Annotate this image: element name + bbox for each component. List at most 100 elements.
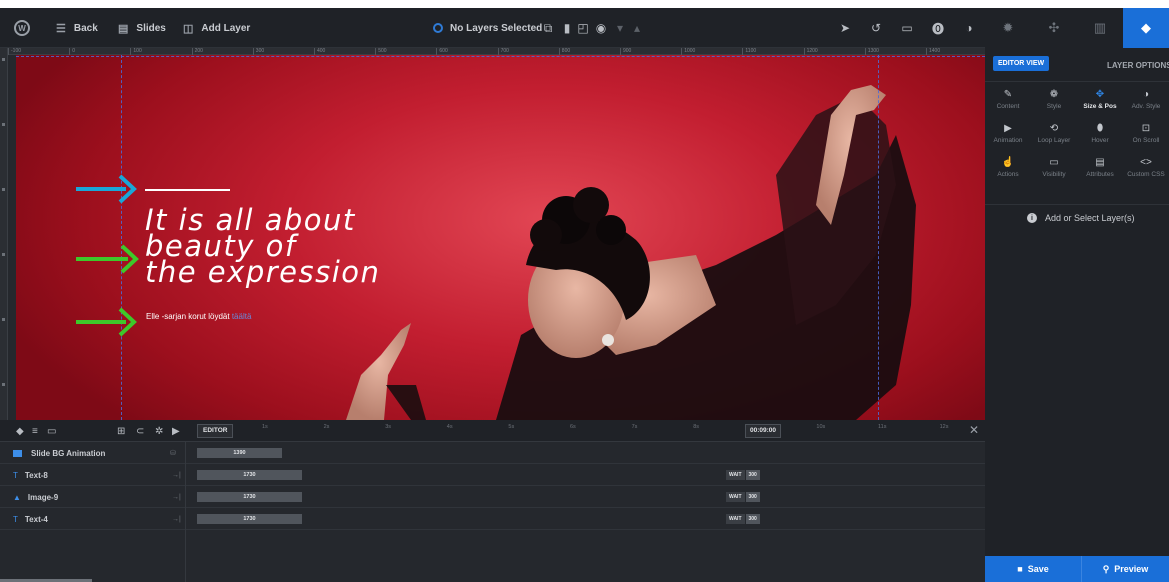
wait-marker[interactable]: WAIT 300 xyxy=(726,514,760,524)
chevron-up-icon[interactable]: ▴ xyxy=(630,8,644,48)
ruler-mark: 1200 xyxy=(803,48,818,55)
undo-icon[interactable]: ↺ xyxy=(869,8,883,48)
timeline-row[interactable]: Slide BG Animation ⛁ 1390 xyxy=(0,442,985,464)
wait-marker[interactable]: WAIT 300 xyxy=(726,492,760,502)
headline-text-layer[interactable]: It is all about beauty of the expression xyxy=(145,206,381,289)
back-button[interactable]: ☰ Back xyxy=(56,8,98,48)
option-label: Content xyxy=(996,103,1020,110)
divider xyxy=(985,204,1169,205)
ruler-mark: 1300 xyxy=(864,48,879,55)
magnet-icon[interactable]: ⊂ xyxy=(136,420,144,442)
layer-option-content[interactable]: ✎ Content xyxy=(985,88,1031,110)
end-icon[interactable]: →| xyxy=(172,486,181,508)
timeline-row[interactable]: ▲ Image-9 →| 1730 WAIT 300 xyxy=(0,486,985,508)
list-icon[interactable]: ≡ xyxy=(32,420,38,442)
monitor-icon: ▭ xyxy=(1049,157,1059,168)
back-label: Back xyxy=(73,22,98,34)
layer-option-actions[interactable]: ☝ Actions xyxy=(985,156,1031,178)
timeline-second-label: 4s xyxy=(446,424,453,430)
chevron-down-icon[interactable]: ▾ xyxy=(613,8,627,48)
option-label: Animation xyxy=(993,137,1023,144)
close-icon[interactable]: ✕ xyxy=(969,423,979,437)
add-layer-button[interactable]: ◫ Add Layer xyxy=(183,8,250,48)
no-layers-label: No Layers Selected xyxy=(450,22,543,34)
help-icon[interactable]: ⓿ xyxy=(931,8,945,48)
stack-icon[interactable]: ⛁ xyxy=(170,442,176,464)
guide-line-right[interactable] xyxy=(878,55,879,420)
gear-icon[interactable]: ✹ xyxy=(985,8,1031,48)
slides-label: Slides xyxy=(136,22,166,34)
headline-line-3: the expression xyxy=(145,255,381,289)
file-icon: ▤ xyxy=(1095,157,1105,168)
option-label: Custom CSS xyxy=(1127,171,1165,178)
timeline-bar[interactable]: 1730 xyxy=(197,492,302,502)
current-time[interactable]: 00:09:00 xyxy=(745,424,782,438)
selection-icon xyxy=(433,23,443,33)
layer-option-attributes[interactable]: ▤ Attributes xyxy=(1077,156,1123,178)
preview-button[interactable]: ⚲ Preview xyxy=(1082,556,1169,582)
layer-option-loop-layer[interactable]: ⟲ Loop Layer xyxy=(1031,122,1077,144)
timeline-bar[interactable]: 1390 xyxy=(197,448,282,458)
grid-icon[interactable]: ⊞ xyxy=(117,420,125,442)
copy-icon[interactable]: ⧉ xyxy=(541,8,555,48)
timeline-divider xyxy=(185,442,186,582)
timeline-row[interactable]: T Text-4 →| 1730 WAIT 300 xyxy=(0,508,985,530)
settings-icon[interactable]: ✲ xyxy=(155,420,163,442)
layer-option-hover[interactable]: ⬮ Hover xyxy=(1077,122,1123,144)
layer-option-style[interactable]: ❁ Style xyxy=(1031,88,1077,110)
wait-value: 300 xyxy=(745,492,760,502)
editor-time-tag[interactable]: EDITOR xyxy=(197,424,234,438)
top-toolbar: W ☰ Back ▤ Slides ◫ Add Layer No Layers … xyxy=(0,8,985,48)
theme-toggle-icon[interactable]: ◑ xyxy=(962,8,976,48)
wait-marker[interactable]: WAIT 300 xyxy=(726,470,760,480)
layer-options-title[interactable]: LAYER OPTIONS xyxy=(1107,61,1169,70)
end-icon[interactable]: →| xyxy=(172,508,181,530)
ruler-mark: -100 xyxy=(8,48,21,55)
panel-view-row: EDITOR VIEW LAYER OPTIONS xyxy=(985,48,1169,82)
desktop-icon[interactable]: ▭ xyxy=(900,8,914,48)
mouse-icon: ⬮ xyxy=(1096,123,1104,134)
ruler-mark: 400 xyxy=(314,48,325,55)
editor-view-button[interactable]: EDITOR VIEW xyxy=(993,56,1050,71)
layers-tab-icon[interactable]: ◆ xyxy=(1123,8,1169,48)
folder-icon[interactable]: ▭ xyxy=(47,420,56,442)
save-label: Save xyxy=(1027,564,1049,574)
timeline-bar[interactable]: 1730 xyxy=(197,470,302,480)
wordpress-logo-button[interactable]: W xyxy=(14,8,30,48)
decorative-line-layer[interactable] xyxy=(145,189,230,191)
eye-icon[interactable]: ◉ xyxy=(594,8,608,48)
timeline-second-label: 3s xyxy=(385,424,391,430)
save-button[interactable]: ■ Save xyxy=(985,556,1082,582)
subtext-layer[interactable]: Elle -sarjan korut löydät täältä xyxy=(146,312,251,321)
row-label: ▲ Image-9 xyxy=(10,486,58,508)
layer-option-animation[interactable]: ▶ Animation xyxy=(985,122,1031,144)
trash-icon[interactable]: ▮ xyxy=(560,8,574,48)
timeline-row[interactable]: T Text-8 →| 1730 WAIT 300 xyxy=(0,464,985,486)
add-select-layer-message: i Add or Select Layer(s) xyxy=(1027,213,1135,223)
slide-options-icon[interactable]: ▥ xyxy=(1077,8,1123,48)
row-label: Slide BG Animation xyxy=(10,442,105,464)
ruler-mark: 0 xyxy=(69,48,75,55)
pointer-icon: ☝ xyxy=(1001,157,1015,168)
layer-option-on-scroll[interactable]: ⊡ On Scroll xyxy=(1123,122,1169,144)
layer-option-adv-style[interactable]: ◑ Adv. Style xyxy=(1123,88,1169,110)
timeline-bar[interactable]: 1730 xyxy=(197,514,302,524)
slides-button[interactable]: ▤ Slides xyxy=(118,8,166,48)
layer-selection-status[interactable]: No Layers Selected xyxy=(433,8,542,48)
layer-option-size-pos[interactable]: ✥ Size & Pos xyxy=(1077,88,1123,110)
play-icon[interactable]: ▶ xyxy=(172,420,180,442)
cursor-icon[interactable]: ➤ xyxy=(838,8,852,48)
layer-option-custom-css[interactable]: <> Custom CSS xyxy=(1123,156,1169,178)
layer-option-visibility[interactable]: ▭ Visibility xyxy=(1031,156,1077,178)
timeline-second-label: 6s xyxy=(570,424,576,430)
subtext-label: Elle -sarjan korut löydät xyxy=(146,312,230,321)
layers-toggle-icon[interactable]: ◆ xyxy=(16,420,24,442)
guide-line-top[interactable] xyxy=(16,56,985,57)
ruler-mark: 100 xyxy=(130,48,142,55)
lock-icon[interactable]: ◰ xyxy=(576,8,590,48)
end-icon[interactable]: →| xyxy=(172,464,181,486)
navigation-icon[interactable]: ✣ xyxy=(1031,8,1077,48)
timeline-header: ◆ ≡ ▭ ⊞ ⊂ ✲ ▶ EDITOR 1s2s3s4s5s6s7s8s9s1… xyxy=(0,420,985,442)
slide-canvas[interactable]: It is all about beauty of the expression… xyxy=(16,55,985,420)
subtext-link[interactable]: täältä xyxy=(232,312,252,321)
